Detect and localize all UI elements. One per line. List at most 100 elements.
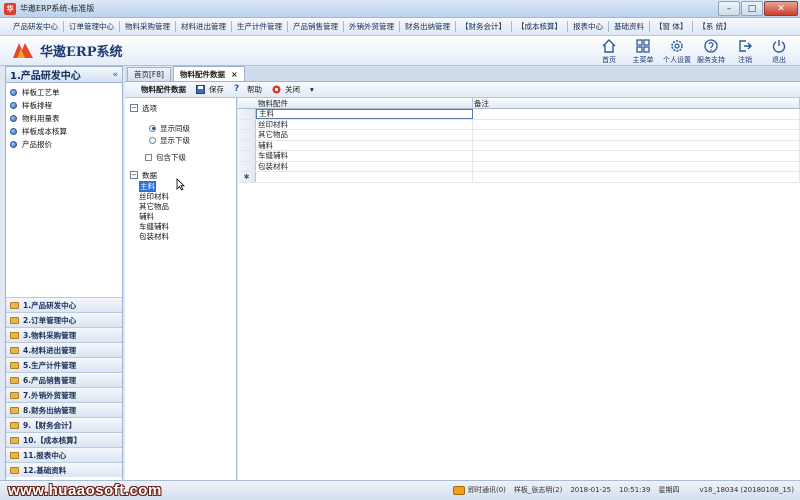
grid-header: 物料配件 备注 [238, 98, 800, 109]
collapse-icon[interactable]: − [130, 171, 138, 179]
folder-icon [10, 391, 19, 399]
status-date: 2018-01-25 [570, 486, 611, 494]
grid-icon [636, 39, 650, 53]
help-icon: ? [234, 84, 240, 94]
menu-export[interactable]: 外销外贸管理 [344, 21, 399, 32]
close-circle-icon [272, 85, 281, 94]
menu-materials[interactable]: 材料进出管理 [176, 21, 231, 32]
sidebar-item-quotation[interactable]: 产品报价 [10, 138, 122, 151]
app-header: 华遨ERP系统 首页 主菜单 个人设置 服务支持 注销 退出 [0, 36, 800, 66]
tab-material-data[interactable]: 物料配件数据 × [172, 66, 245, 81]
bullet-icon [10, 102, 17, 109]
sidebar-function-list: 样板工艺单 样板排程 物料用量表 样板成本核算 产品报价 [6, 83, 122, 295]
tree-item-packing[interactable]: 包装材料 [139, 231, 236, 241]
close-tab-icon[interactable]: × [231, 70, 238, 79]
menu-bar: 产品研发中心 订单管理中心 物料采购管理 材料进出管理 生产计件管理 产品销售管… [0, 18, 800, 36]
tree-item-print[interactable]: 丝印材料 [139, 191, 236, 201]
help-button[interactable]: ? 帮助 [234, 84, 262, 95]
main-menu-button[interactable]: 主菜单 [626, 38, 660, 65]
sidebar-item-sample-process[interactable]: 样板工艺单 [10, 86, 122, 99]
table-row[interactable]: 其它物品 [238, 130, 800, 141]
folder-icon [10, 376, 19, 384]
document-tabs: 首页[F8] 物料配件数据 × [125, 66, 800, 82]
menu-cashier[interactable]: 财务出纳管理 [400, 21, 455, 32]
module-rd[interactable]: 1.产品研发中心 [6, 297, 122, 312]
module-costing[interactable]: 10.【成本核算】 [6, 432, 122, 447]
table-row[interactable]: 包装材料 [238, 161, 800, 172]
menu-costing[interactable]: 【成本核算】 [512, 21, 567, 32]
table-row[interactable]: 车缝辅料 [238, 151, 800, 162]
tab-home[interactable]: 首页[F8] [127, 67, 171, 81]
menu-production[interactable]: 生产计件管理 [232, 21, 287, 32]
tree-item-accessory[interactable]: 辅料 [139, 211, 236, 221]
minimize-button[interactable]: – [718, 1, 740, 16]
menu-window[interactable]: 【窗 体】 [650, 21, 692, 32]
table-row[interactable]: 辅料 [238, 140, 800, 151]
module-accounting[interactable]: 9.【财务会计】 [6, 417, 122, 432]
module-materials[interactable]: 4.材料进出管理 [6, 342, 122, 357]
menu-basic-data[interactable]: 基础资料 [609, 21, 649, 32]
menu-accounting[interactable]: 【财务会计】 [456, 21, 511, 32]
website-watermark: www.huaaosoft.com [8, 482, 162, 499]
options-group[interactable]: − 选项 [125, 102, 236, 114]
exit-button[interactable]: 退出 [762, 38, 796, 65]
module-orders[interactable]: 2.订单管理中心 [6, 312, 122, 327]
bullet-icon [10, 115, 17, 122]
support-button[interactable]: 服务支持 [694, 38, 728, 65]
checkbox-include-sub[interactable]: 包含下级 [125, 151, 236, 163]
sidebar-item-sample-cost[interactable]: 样板成本核算 [10, 125, 122, 138]
table-row[interactable]: 丝印材料 [238, 119, 800, 130]
home-button[interactable]: 首页 [592, 38, 626, 65]
folder-icon [10, 436, 19, 444]
module-basic-data[interactable]: 12.基础资料 [6, 462, 122, 477]
window-title: 华遨ERP系统-标准版 [20, 4, 95, 13]
tree-item-other[interactable]: 其它物品 [139, 201, 236, 211]
radio-show-sub-level[interactable]: 显示下级 [125, 134, 236, 146]
window-titlebar: 华 华遨ERP系统-标准版 – □ ✕ [0, 0, 800, 18]
sidebar-item-material-usage[interactable]: 物料用量表 [10, 112, 122, 125]
personal-settings-button[interactable]: 个人设置 [660, 38, 694, 65]
close-button[interactable]: 关闭 [272, 84, 300, 95]
module-cashier[interactable]: 8.财务出纳管理 [6, 402, 122, 417]
sidebar-collapse-button[interactable]: « [112, 70, 118, 80]
column-header-remark[interactable]: 备注 [473, 98, 800, 108]
tree-item-sewing[interactable]: 车缝辅料 [139, 221, 236, 231]
close-window-button[interactable]: ✕ [764, 1, 798, 16]
grid-cell-edit[interactable]: 主料 [256, 109, 473, 119]
logo-icon [13, 43, 33, 58]
menu-rd[interactable]: 产品研发中心 [8, 21, 63, 32]
menu-system[interactable]: 【系 统】 [693, 21, 735, 32]
save-button[interactable]: 保存 [196, 84, 224, 95]
toolbar-more-button[interactable]: ▾ [310, 85, 314, 94]
radio-show-same-level[interactable]: 显示同级 [125, 122, 236, 134]
maximize-button[interactable]: □ [741, 1, 763, 16]
column-header-material[interactable]: 物料配件 [238, 98, 473, 108]
module-purchasing[interactable]: 3.物料采购管理 [6, 327, 122, 342]
sidebar: 1.产品研发中心 « 样板工艺单 样板排程 物料用量表 样板成本核算 产品报价 … [5, 66, 123, 486]
menu-sales[interactable]: 产品销售管理 [288, 21, 343, 32]
new-row-icon: ✱ [238, 172, 256, 182]
folder-icon [10, 466, 19, 474]
sidebar-item-sample-schedule[interactable]: 样板排程 [10, 99, 122, 112]
table-row[interactable]: 主料 [238, 109, 800, 120]
module-sales[interactable]: 6.产品销售管理 [6, 372, 122, 387]
folder-icon [10, 451, 19, 459]
menu-reports[interactable]: 报表中心 [568, 21, 608, 32]
module-export[interactable]: 7.外销外贸管理 [6, 387, 122, 402]
table-row-new[interactable]: ✱ [238, 172, 800, 183]
module-reports[interactable]: 11.报表中心 [6, 447, 122, 462]
instant-message-button[interactable]: 即时通讯(0) [468, 485, 506, 495]
menu-purchasing[interactable]: 物料采购管理 [120, 21, 175, 32]
logout-button[interactable]: 注销 [728, 38, 762, 65]
support-icon [704, 39, 718, 53]
sidebar-title: 1.产品研发中心 [10, 71, 81, 82]
save-icon [196, 85, 205, 94]
chat-icon [452, 485, 465, 495]
sidebar-header: 1.产品研发中心 « [6, 67, 122, 83]
tree-item-main[interactable]: 主料 [139, 180, 236, 192]
collapse-icon[interactable]: − [130, 104, 138, 112]
module-production[interactable]: 5.生产计件管理 [6, 357, 122, 372]
folder-icon [10, 316, 19, 324]
folder-icon [10, 421, 19, 429]
menu-orders[interactable]: 订单管理中心 [64, 21, 119, 32]
